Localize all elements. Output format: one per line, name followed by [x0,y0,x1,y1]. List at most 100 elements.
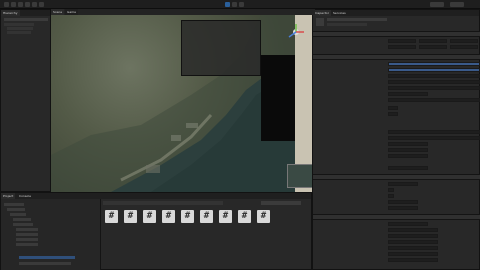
hierarchy-item[interactable] [4,23,34,26]
tab-hierarchy[interactable]: Hierarchy [1,10,20,16]
script-asset-icon[interactable]: # [162,210,175,223]
script-toggle[interactable] [388,194,394,198]
tab-inspector[interactable]: Inspector [313,10,331,16]
step-button[interactable] [239,2,244,7]
stats-overlay [181,20,261,76]
pause-button[interactable] [232,2,237,7]
script-toggle[interactable] [388,188,394,192]
object-name-field[interactable] [327,18,387,21]
script-asset-icon[interactable]: # [105,210,118,223]
script-asset-icon[interactable]: # [219,210,232,223]
folder-item[interactable] [13,218,31,221]
camera-field[interactable] [388,136,480,140]
scene-view[interactable]: Scene Game [51,9,315,192]
camera-field[interactable] [388,62,480,66]
tab-services[interactable]: Services [331,10,348,16]
camera-field[interactable] [388,106,398,110]
script-field[interactable] [388,246,438,250]
script-row [317,222,477,226]
camera-row [317,80,480,84]
position-z-field[interactable] [450,39,478,43]
object-icon [316,18,324,26]
camera-field[interactable] [388,142,428,146]
script-asset-icon[interactable]: # [143,210,156,223]
tag-dropdown[interactable] [327,23,367,26]
camera-row [317,92,477,96]
move-tool-button[interactable] [11,2,16,7]
rotation-z-field[interactable] [450,45,478,49]
camera-field[interactable] [388,148,428,152]
folder-item[interactable] [16,238,38,241]
camera-field[interactable] [388,130,480,134]
script-asset-icon[interactable]: # [124,210,137,223]
hierarchy-search-input[interactable] [4,18,48,21]
rect-tool-button[interactable] [32,2,37,7]
layers-dropdown[interactable] [430,2,444,7]
folder-item[interactable] [10,213,26,216]
component-header-script-2[interactable] [313,214,480,220]
orientation-gizmo-icon[interactable] [287,23,305,41]
transform-tool-button[interactable] [39,2,44,7]
camera-field[interactable] [388,98,480,102]
rotate-tool-button[interactable] [18,2,23,7]
script-asset-icon[interactable]: # [200,210,213,223]
main-toolbar [0,0,480,9]
script-field[interactable] [388,234,438,238]
folder-item-selected[interactable] [19,256,75,259]
layout-dropdown[interactable] [450,2,464,7]
camera-field[interactable] [388,86,480,90]
folder-item[interactable] [4,203,24,206]
camera-field[interactable] [388,166,428,170]
script-field[interactable] [388,258,438,262]
script-field[interactable] [388,240,438,244]
scale-tool-button[interactable] [25,2,30,7]
tab-scene[interactable]: Scene [51,9,65,15]
folder-item[interactable] [16,243,38,246]
script-field[interactable] [388,206,418,210]
project-search-input[interactable] [261,201,301,205]
folder-item[interactable] [7,208,25,211]
camera-field[interactable] [388,74,480,78]
play-button[interactable] [225,2,230,7]
component-header-transform[interactable] [313,31,480,37]
project-breadcrumb[interactable] [103,201,223,205]
script-asset-icon[interactable]: # [257,210,270,223]
position-y-field[interactable] [419,39,447,43]
folder-item[interactable] [16,228,38,231]
script-field[interactable] [388,200,418,204]
script-row [317,228,477,232]
position-x-field[interactable] [388,39,416,43]
camera-field[interactable] [388,68,480,72]
component-header-script[interactable] [313,174,480,180]
rotation-x-field[interactable] [388,45,416,49]
hand-tool-button[interactable] [4,2,9,7]
camera-row [317,62,480,66]
hierarchy-item[interactable] [7,31,31,34]
script-row [317,194,477,198]
tab-game[interactable]: Game [65,9,78,15]
hierarchy-panel: Hierarchy [0,9,51,192]
component-header-camera[interactable] [313,54,480,60]
camera-field[interactable] [388,112,398,116]
script-field[interactable] [388,228,438,232]
camera-row [317,142,477,146]
folder-tree [1,199,101,270]
script-field[interactable] [388,222,428,226]
script-field[interactable] [388,182,418,186]
script-asset-icon[interactable]: # [181,210,194,223]
folder-item[interactable] [16,233,38,236]
camera-row [317,86,480,90]
folder-item[interactable] [19,262,71,265]
camera-row [317,98,480,102]
camera-field[interactable] [388,92,428,96]
camera-field[interactable] [388,154,428,158]
script-asset-icon[interactable]: # [238,210,251,223]
folder-item[interactable] [13,223,33,226]
camera-field[interactable] [388,80,480,84]
script-row [317,188,477,192]
camera-row [317,68,480,72]
hierarchy-tabbar: Hierarchy [1,10,50,16]
script-field[interactable] [388,252,438,256]
hierarchy-item[interactable] [7,27,33,30]
rotation-y-field[interactable] [419,45,447,49]
